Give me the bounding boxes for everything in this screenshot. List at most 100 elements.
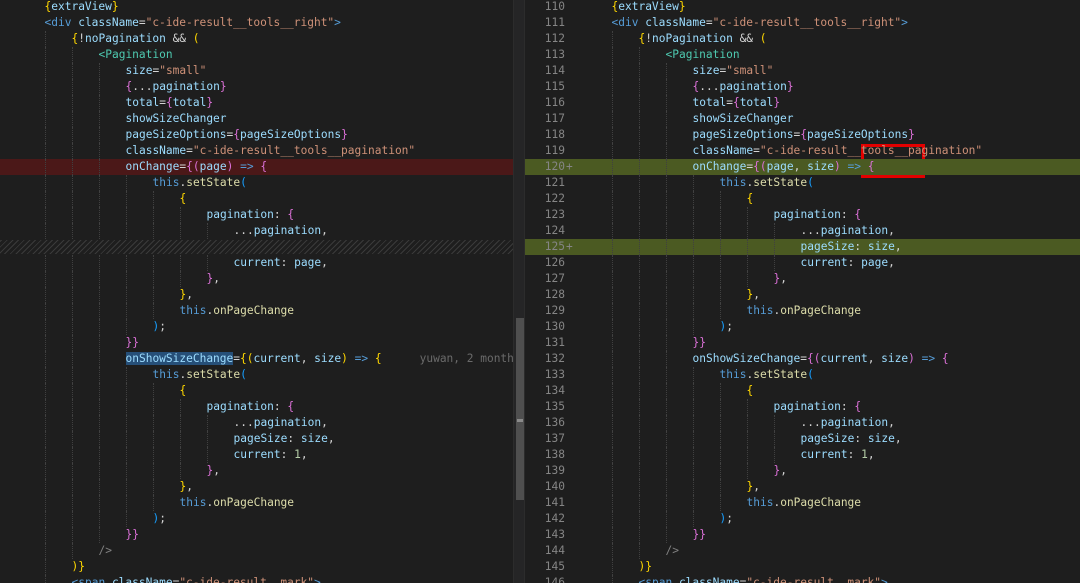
code-line[interactable]: pagination: {: [0, 207, 513, 223]
code-line[interactable]: pageSizeOptions={pageSizeOptions}: [0, 127, 513, 143]
code-line[interactable]: pageSize: size,: [0, 431, 513, 447]
code-line[interactable]: 119 className="c-ide-result__tools__pagin…: [525, 143, 1080, 159]
code-line[interactable]: onShowSizeChange={(current, size) => {yu…: [0, 351, 513, 367]
code-line[interactable]: total={total}: [0, 95, 513, 111]
code-line[interactable]: 138 current: 1,: [525, 447, 1080, 463]
code-line[interactable]: 128},: [525, 287, 1080, 303]
code-line[interactable]: {!noPagination && (: [0, 31, 513, 47]
code-line[interactable]: 135 pagination: {: [525, 399, 1080, 415]
original-editor-pane[interactable]: {extraView} <div className="c-ide-result_…: [0, 0, 513, 583]
code-line[interactable]: 122 {: [525, 191, 1080, 207]
code-line[interactable]: {: [0, 191, 513, 207]
code-line[interactable]: 146 <span className="c-ide-result__mark">: [525, 575, 1080, 583]
code-line[interactable]: 132 onShowSizeChange={(current, size) => …: [525, 351, 1080, 367]
code-line[interactable]: )}: [0, 559, 513, 575]
code-line[interactable]: 129 this.onPageChange: [525, 303, 1080, 319]
code-line[interactable]: <Pagination: [0, 47, 513, 63]
code-line[interactable]: 134 {: [525, 383, 1080, 399]
code-text: },: [571, 479, 760, 495]
code-line[interactable]: 123 pagination: {: [525, 207, 1080, 223]
code-line[interactable]: 144 />: [525, 543, 1080, 559]
code-line[interactable]: 133 this.setState(: [525, 367, 1080, 383]
code-line[interactable]: 136 ...pagination,: [525, 415, 1080, 431]
code-line[interactable]: }}: [0, 527, 513, 543]
code-line[interactable]: 127},: [525, 271, 1080, 287]
code-line[interactable]: 124 ...pagination,: [525, 223, 1080, 239]
code-line[interactable]: current: page,: [0, 255, 513, 271]
removed-code-line[interactable]: onChange={(page) => {: [0, 159, 513, 175]
code-line[interactable]: },: [0, 271, 513, 287]
code-line[interactable]: showSizeChanger: [0, 111, 513, 127]
code-line[interactable]: 114 size="small": [525, 63, 1080, 79]
code-line[interactable]: 137 pageSize: size,: [525, 431, 1080, 447]
code-line[interactable]: );: [0, 511, 513, 527]
line-number: 110: [544, 0, 565, 13]
code-text: size="small": [4, 63, 206, 79]
code-line[interactable]: 141 this.onPageChange: [525, 495, 1080, 511]
code-line[interactable]: 118 pageSizeOptions={pageSizeOptions}: [525, 127, 1080, 143]
code-line[interactable]: 117 showSizeChanger: [525, 111, 1080, 127]
inserted-code-line[interactable]: 120 + onChange={(page, size) => {: [525, 159, 1080, 175]
code-line[interactable]: },: [0, 287, 513, 303]
code-line[interactable]: {: [0, 383, 513, 399]
code-line[interactable]: this.setState(: [0, 175, 513, 191]
code-text: {: [571, 191, 753, 207]
code-line[interactable]: 130);: [525, 319, 1080, 335]
code-line[interactable]: <span className="c-ide-result__mark">: [0, 575, 513, 583]
code-line[interactable]: 139},: [525, 463, 1080, 479]
code-line[interactable]: 140},: [525, 479, 1080, 495]
code-text: {!noPagination && (: [4, 31, 200, 47]
vertical-scrollbar-thumb[interactable]: [516, 318, 524, 500]
code-text: {extraView}: [611, 0, 686, 13]
code-line[interactable]: 143}}: [525, 527, 1080, 543]
code-text: pageSize: size,: [4, 431, 335, 447]
code-line[interactable]: 142);: [525, 511, 1080, 527]
code-line[interactable]: 113 <Pagination: [525, 47, 1080, 63]
code-line[interactable]: 126 current: page,: [525, 255, 1080, 271]
code-line[interactable]: 116 total={total}: [525, 95, 1080, 111]
line-number: 140: [544, 480, 565, 493]
modified-editor-pane[interactable]: 110 {extraView} 111 <div className="c-ide-r…: [525, 0, 1080, 583]
code-line[interactable]: },: [0, 463, 513, 479]
code-text: }}: [571, 527, 706, 543]
code-line[interactable]: },: [0, 479, 513, 495]
code-line[interactable]: ...pagination,: [0, 223, 513, 239]
line-number: 118: [544, 128, 565, 141]
code-line[interactable]: 112 {!noPagination && (: [525, 31, 1080, 47]
code-line[interactable]: {extraView}: [0, 0, 513, 15]
code-text: },: [571, 463, 787, 479]
line-number: 124: [544, 224, 565, 237]
code-line[interactable]: 145)}: [525, 559, 1080, 575]
code-text: },: [4, 271, 220, 287]
code-line[interactable]: 110 {extraView}: [525, 0, 1080, 15]
code-line[interactable]: );: [0, 319, 513, 335]
code-text: this.onPageChange: [4, 303, 294, 319]
code-text: },: [571, 271, 787, 287]
code-text: total={total}: [4, 95, 213, 111]
code-line[interactable]: 121 this.setState(: [525, 175, 1080, 191]
code-text: onChange={(page, size) => {: [571, 159, 875, 175]
code-line[interactable]: {...pagination}: [0, 79, 513, 95]
code-line[interactable]: this.onPageChange: [0, 303, 513, 319]
code-line[interactable]: 131}}: [525, 335, 1080, 351]
code-line[interactable]: 115 {...pagination}: [525, 79, 1080, 95]
code-text: current: page,: [571, 255, 895, 271]
code-line[interactable]: <div className="c-ide-result__tools__rig…: [0, 15, 513, 31]
code-line[interactable]: pagination: {: [0, 399, 513, 415]
code-text: }}: [4, 527, 139, 543]
code-line[interactable]: current: 1,: [0, 447, 513, 463]
code-line[interactable]: ...pagination,: [0, 415, 513, 431]
code-line[interactable]: />: [0, 543, 513, 559]
code-line[interactable]: this.setState(: [0, 367, 513, 383]
code-line[interactable]: 111 <div className="c-ide-result__tools__…: [525, 15, 1080, 31]
code-text: showSizeChanger: [4, 111, 227, 127]
code-line[interactable]: size="small": [0, 63, 513, 79]
inserted-code-line[interactable]: 125 + pageSize: size,: [525, 239, 1080, 255]
diff-overview-ruler[interactable]: [513, 0, 525, 583]
code-line[interactable]: className="c-ide-result__tools__paginati…: [0, 143, 513, 159]
code-text: pageSizeOptions={pageSizeOptions}: [4, 127, 348, 143]
code-text: this.setState(: [571, 367, 814, 383]
code-text: className="c-ide-result__tools__paginati…: [571, 143, 982, 159]
code-line[interactable]: this.onPageChange: [0, 495, 513, 511]
code-line[interactable]: }}: [0, 335, 513, 351]
